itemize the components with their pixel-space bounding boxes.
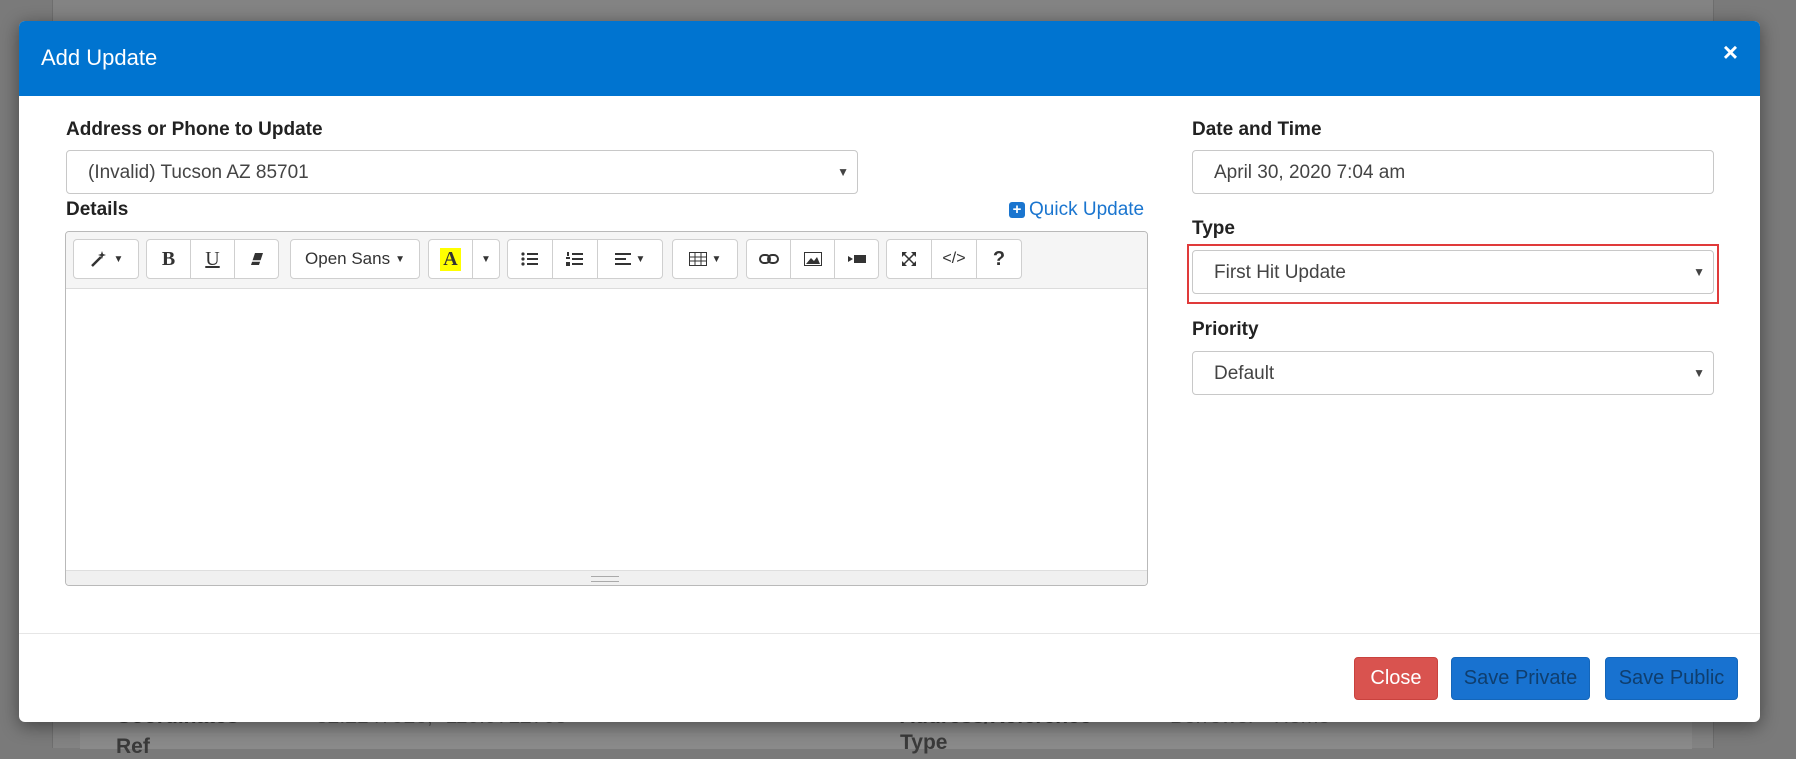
underline-button[interactable]: U xyxy=(190,239,235,279)
font-name-dropdown[interactable]: Open Sans ▼ xyxy=(290,239,420,279)
footer-divider xyxy=(19,633,1760,634)
table-group: ▼ xyxy=(672,239,738,279)
picture-icon xyxy=(803,252,822,266)
font-name-label: Open Sans xyxy=(305,249,391,268)
eraser-icon xyxy=(250,253,263,265)
priority-label: Priority xyxy=(1192,319,1259,340)
priority-select-value: Default xyxy=(1214,363,1275,384)
type-select[interactable]: First Hit Update ▼ xyxy=(1192,250,1714,294)
color-group: A ▼ xyxy=(428,239,500,279)
chevron-down-icon: ▼ xyxy=(837,165,849,179)
code-view-button[interactable]: </> xyxy=(931,239,977,279)
type-select-value: First Hit Update xyxy=(1214,262,1346,283)
align-icon xyxy=(614,253,631,265)
table-icon xyxy=(688,252,707,266)
unordered-list-icon xyxy=(521,252,538,266)
ordered-list-button[interactable] xyxy=(552,239,598,279)
plus-square-icon: + xyxy=(1009,202,1025,218)
chevron-down-icon: ▼ xyxy=(635,253,646,265)
add-update-modal: Add Update × Address or Phone to Update … xyxy=(19,21,1760,722)
rich-text-editor: ▼ B U Open Sans ▼ A ▼ ▼ ▼ </> ? xyxy=(65,231,1148,586)
insert-group xyxy=(746,239,879,279)
address-select-value: (Invalid) Tucson AZ 85701 xyxy=(88,162,309,183)
bg-ref-label: Ref xyxy=(116,735,150,758)
priority-select[interactable]: Default ▼ xyxy=(1192,351,1714,395)
modal-header: Add Update × xyxy=(19,21,1760,96)
editor-resize-bar[interactable] xyxy=(66,570,1147,585)
quick-update-label: Quick Update xyxy=(1029,199,1145,220)
chevron-down-icon: ▼ xyxy=(1693,366,1705,380)
magic-wand-icon xyxy=(90,251,106,267)
link-icon xyxy=(758,254,779,264)
chevron-down-icon: ▼ xyxy=(113,253,124,265)
address-select[interactable]: (Invalid) Tucson AZ 85701 ▼ xyxy=(66,150,858,194)
chevron-down-icon: ▼ xyxy=(711,253,722,265)
color-button[interactable]: A xyxy=(428,239,473,279)
fullscreen-button[interactable] xyxy=(886,239,932,279)
picture-button[interactable] xyxy=(790,239,835,279)
type-label: Type xyxy=(1192,218,1235,239)
style-button[interactable]: ▼ xyxy=(73,239,139,279)
font-style-group: B U xyxy=(146,239,279,279)
save-public-button[interactable]: Save Public xyxy=(1605,657,1738,700)
font-name-group: Open Sans ▼ xyxy=(290,239,420,279)
save-private-button[interactable]: Save Private xyxy=(1451,657,1590,700)
bold-button[interactable]: B xyxy=(146,239,191,279)
video-icon xyxy=(847,255,866,263)
ordered-list-icon xyxy=(566,252,583,266)
resize-grip-icon xyxy=(591,576,619,582)
color-dropdown-button[interactable]: ▼ xyxy=(472,239,500,279)
chevron-down-icon: ▼ xyxy=(481,253,491,265)
date-time-input[interactable]: April 30, 2020 7:04 am xyxy=(1192,150,1714,194)
paragraph-group: ▼ xyxy=(507,239,663,279)
chevron-down-icon: ▼ xyxy=(395,253,405,265)
style-group: ▼ xyxy=(73,239,139,279)
table-dropdown-button[interactable]: ▼ xyxy=(672,239,738,279)
editor-content-area[interactable] xyxy=(66,289,1147,567)
date-time-label: Date and Time xyxy=(1192,119,1322,140)
text-color-icon: A xyxy=(440,247,461,271)
close-icon[interactable]: × xyxy=(1723,39,1738,65)
video-button[interactable] xyxy=(834,239,879,279)
address-label: Address or Phone to Update xyxy=(66,119,323,140)
view-group: </> ? xyxy=(886,239,1022,279)
date-time-value: April 30, 2020 7:04 am xyxy=(1214,162,1406,183)
bg-type-label: Type xyxy=(900,731,948,754)
align-dropdown-button[interactable]: ▼ xyxy=(597,239,663,279)
close-button[interactable]: Close xyxy=(1354,657,1438,700)
chevron-down-icon: ▼ xyxy=(1693,265,1705,279)
unordered-list-button[interactable] xyxy=(507,239,553,279)
details-label: Details xyxy=(66,199,129,220)
fullscreen-icon xyxy=(902,252,916,266)
link-button[interactable] xyxy=(746,239,791,279)
help-button[interactable]: ? xyxy=(976,239,1022,279)
eraser-button[interactable] xyxy=(234,239,279,279)
editor-toolbar: ▼ B U Open Sans ▼ A ▼ ▼ ▼ </> ? xyxy=(66,232,1147,289)
modal-title: Add Update xyxy=(41,45,158,70)
quick-update-link[interactable]: + Quick Update xyxy=(1009,199,1144,221)
